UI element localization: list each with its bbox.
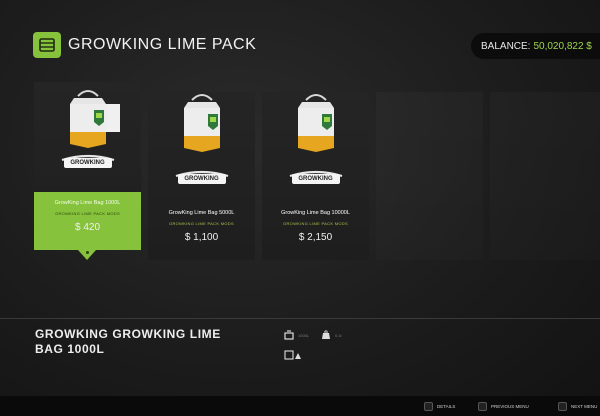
capacity-icon xyxy=(284,330,294,340)
empty-slot xyxy=(490,92,600,260)
spec-fill-type xyxy=(284,350,306,360)
divider xyxy=(0,318,600,319)
product-info: GrowKing Lime Bag 1000L GROWKING LIME PA… xyxy=(34,192,141,250)
product-card-3[interactable]: GROWKING GrowKing Lime Bag 10000L GROWKI… xyxy=(262,92,369,260)
selection-dot xyxy=(86,251,89,254)
weight-icon xyxy=(322,330,330,339)
footer-bar: DETAILS PREVIOUS MENU NEXT MENU xyxy=(0,396,600,416)
hint-label: DETAILS xyxy=(437,404,456,409)
lime-bag-image xyxy=(175,94,229,184)
product-info: GrowKing Lime Bag 10000L GROWKING LIME P… xyxy=(262,202,369,260)
balance-value: 50,020,822 $ xyxy=(533,40,592,52)
hint-next-menu[interactable]: NEXT MENU xyxy=(558,402,597,411)
product-subtitle: GROWKING LIME PACK MODS xyxy=(283,221,348,226)
lime-bag-image xyxy=(61,90,120,168)
product-card-1[interactable]: GROWKING GrowKing Lime Bag 1000L GROWKIN… xyxy=(34,82,141,260)
spec-text: 1000L xyxy=(298,332,310,338)
brand-logo: GROWKING xyxy=(70,160,105,166)
hint-details[interactable]: DETAILS xyxy=(424,402,455,411)
hint-label: PREVIOUS MENU xyxy=(491,404,529,409)
key-icon xyxy=(424,402,433,411)
product-card-2[interactable]: GROWKING GrowKing Lime Bag 5000L GROWKIN… xyxy=(148,92,255,260)
hint-previous-menu[interactable]: PREVIOUS MENU xyxy=(478,402,529,411)
spec-text: 0.1t xyxy=(335,332,342,338)
key-icon xyxy=(558,402,567,411)
hint-label: NEXT MENU xyxy=(571,404,598,409)
product-subtitle: GROWKING LIME PACK MODS xyxy=(169,221,234,226)
fill-type-icon xyxy=(284,350,301,360)
brand-logo: GROWKING xyxy=(298,176,333,182)
product-name: GrowKing Lime Bag 1000L xyxy=(54,200,121,206)
balance-label: BALANCE: xyxy=(481,40,531,52)
key-icon xyxy=(478,402,487,411)
detail-title: GROWKING GROWKING LIME BAG 1000L xyxy=(35,327,221,356)
brand-logo: GROWKING xyxy=(184,176,219,182)
spec-capacity: 1000L xyxy=(284,330,309,340)
product-subtitle: GROWKING LIME PACK MODS xyxy=(55,211,120,216)
product-price: $ 1,100 xyxy=(184,232,219,243)
spec-weight: 0.1t xyxy=(321,330,342,340)
lime-bag-image xyxy=(289,94,343,184)
balance-display: BALANCE: 50,020,822 $ xyxy=(471,33,600,59)
empty-slot xyxy=(376,92,483,260)
product-price: $ 2,150 xyxy=(298,232,333,243)
product-price: $ 420 xyxy=(74,222,101,233)
product-info: GrowKing Lime Bag 5000L GROWKING LIME PA… xyxy=(148,202,255,260)
product-name: GrowKing Lime Bag 10000L xyxy=(281,210,350,216)
storage-bag-icon xyxy=(33,32,61,58)
page-title: GROWKING LIME PACK xyxy=(68,36,257,53)
product-name: GrowKing Lime Bag 5000L xyxy=(168,210,235,216)
